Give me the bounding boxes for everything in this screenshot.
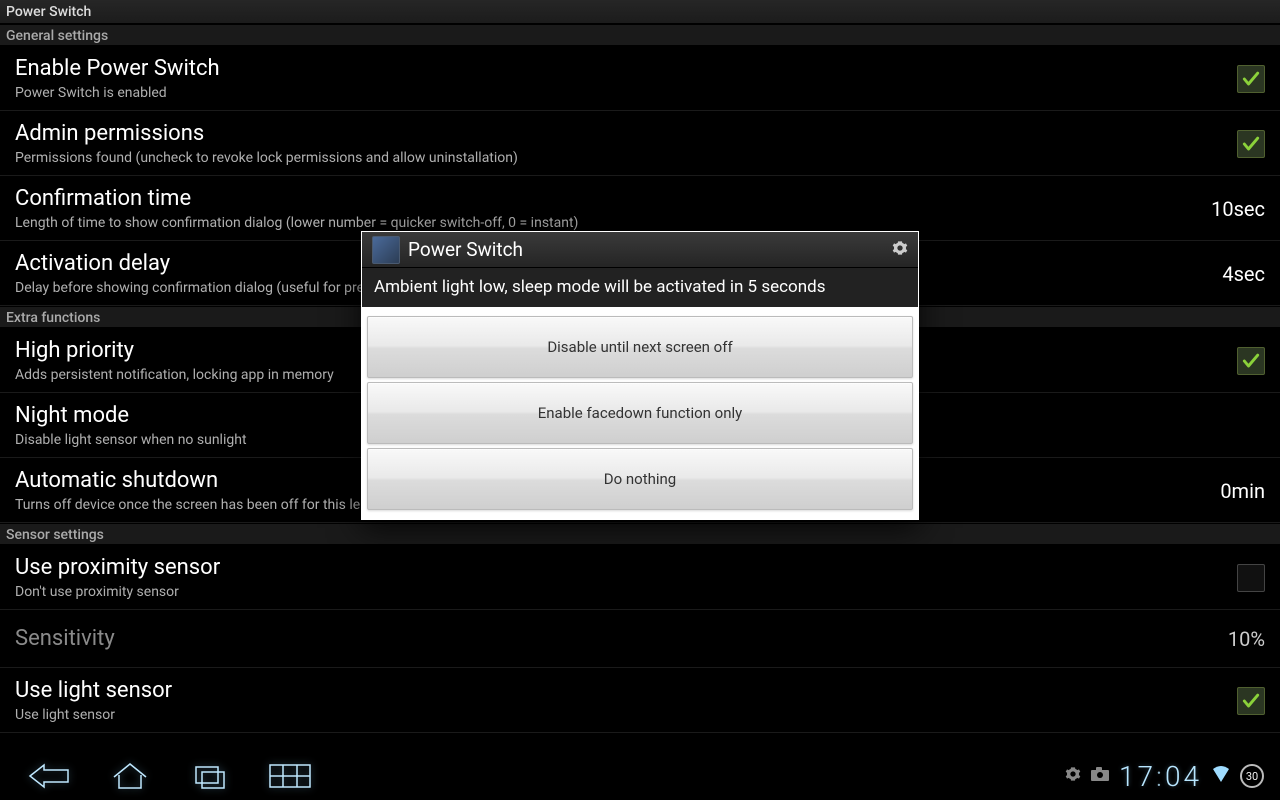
setting-desc: Use light sensor: [15, 707, 1222, 723]
setting-admin-permissions[interactable]: Admin permissions Permissions found (unc…: [0, 111, 1280, 176]
setting-title: Enable Power Switch: [15, 56, 1222, 81]
setting-desc: Permissions found (uncheck to revoke loc…: [15, 150, 1222, 166]
wifi-icon: [1212, 765, 1230, 787]
battery-indicator: 30: [1240, 764, 1264, 788]
setting-sensitivity[interactable]: Sensitivity 10%: [0, 610, 1280, 668]
dialog-button-facedown-only[interactable]: Enable facedown function only: [367, 382, 913, 444]
recent-apps-button[interactable]: [170, 752, 250, 800]
setting-value: 10%: [1228, 627, 1265, 651]
dialog-power-switch: Power Switch Ambient light low, sleep mo…: [361, 231, 919, 520]
dialog-button-do-nothing[interactable]: Do nothing: [367, 448, 913, 510]
setting-value: 0min: [1220, 479, 1265, 503]
camera-status-icon: [1091, 767, 1109, 785]
clock-minutes: 04: [1165, 760, 1202, 793]
battery-percent: 30: [1246, 770, 1258, 783]
app-title-bar: Power Switch: [0, 0, 1280, 24]
section-header-sensor: Sensor settings: [0, 523, 1280, 545]
dialog-button-label: Enable facedown function only: [538, 404, 743, 422]
clock: 17:04: [1119, 760, 1202, 793]
setting-desc: Length of time to show confirmation dial…: [15, 215, 1196, 231]
gear-icon[interactable]: [892, 238, 908, 261]
app-title: Power Switch: [6, 4, 91, 20]
app-icon: [372, 236, 400, 264]
setting-desc: Power Switch is enabled: [15, 85, 1222, 101]
setting-value: 10sec: [1211, 197, 1265, 221]
dialog-button-label: Do nothing: [604, 470, 676, 488]
checkbox-priority[interactable]: [1237, 347, 1265, 375]
setting-title: Sensitivity: [15, 626, 1213, 651]
dialog-title-bar: Power Switch: [362, 232, 918, 268]
setting-desc: Don't use proximity sensor: [15, 584, 1222, 600]
dialog-button-disable-until-off[interactable]: Disable until next screen off: [367, 316, 913, 378]
setting-value: 4sec: [1222, 262, 1265, 286]
setting-title: Confirmation time: [15, 186, 1196, 211]
setting-use-light-sensor[interactable]: Use light sensor Use light sensor: [0, 668, 1280, 733]
setting-title: Admin permissions: [15, 121, 1222, 146]
setting-title: Use light sensor: [15, 678, 1222, 703]
clock-hours: 17: [1119, 760, 1156, 793]
section-header-general: General settings: [0, 24, 1280, 46]
status-area[interactable]: 17:04 30: [1065, 760, 1270, 793]
checkbox-light[interactable]: [1237, 687, 1265, 715]
home-button[interactable]: [90, 752, 170, 800]
dialog-message: Ambient light low, sleep mode will be ac…: [362, 268, 918, 307]
apps-grid-button[interactable]: [250, 752, 330, 800]
checkbox-proximity[interactable]: [1237, 564, 1265, 592]
dialog-body: Disable until next screen off Enable fac…: [362, 307, 918, 519]
setting-enable-power-switch[interactable]: Enable Power Switch Power Switch is enab…: [0, 46, 1280, 111]
checkbox-admin[interactable]: [1237, 130, 1265, 158]
dialog-button-label: Disable until next screen off: [547, 338, 732, 356]
back-button[interactable]: [10, 752, 90, 800]
setting-use-proximity[interactable]: Use proximity sensor Don't use proximity…: [0, 545, 1280, 610]
setting-title: Use proximity sensor: [15, 555, 1222, 580]
system-nav-bar: 17:04 30: [0, 752, 1280, 800]
dialog-title: Power Switch: [408, 238, 523, 261]
settings-status-icon: [1065, 766, 1081, 786]
checkbox-enable[interactable]: [1237, 65, 1265, 93]
